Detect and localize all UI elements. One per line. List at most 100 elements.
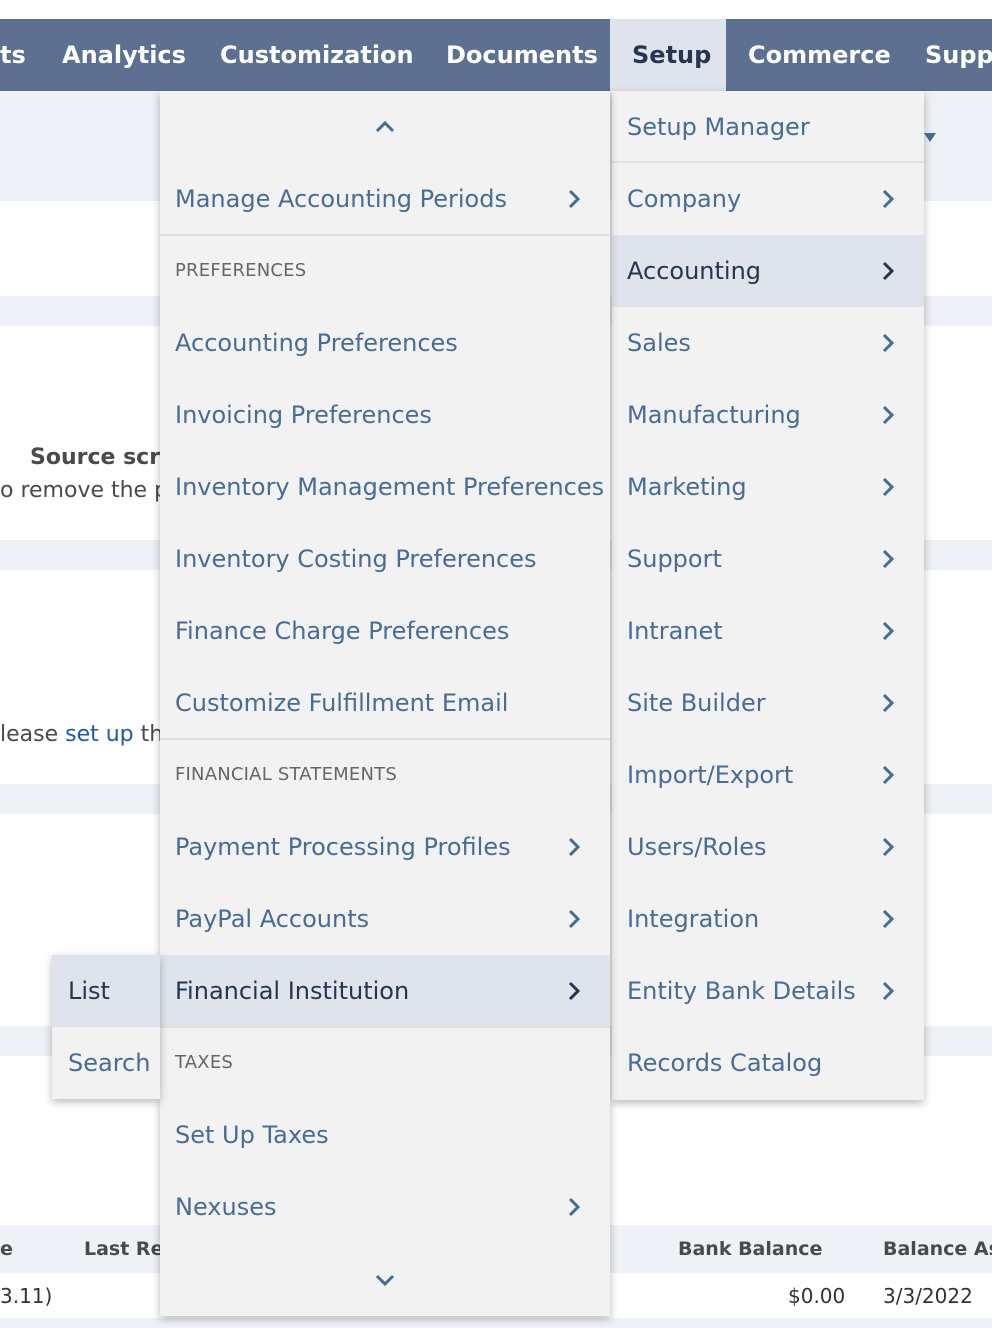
chevron-right-icon (560, 905, 588, 933)
menu-item-label: Import/Export (627, 761, 794, 789)
setup-menu-item-company[interactable]: Company (612, 163, 924, 235)
chevron-right-icon (874, 545, 902, 573)
accounting-menu-item-inventory-costing-preferences[interactable]: Inventory Costing Preferences (160, 523, 610, 595)
chevron-right-icon (874, 617, 902, 645)
setup-menu-item-site-builder[interactable]: Site Builder (612, 667, 924, 739)
chevron-right-icon (874, 689, 902, 717)
accounting-menu-item-nexuses[interactable]: Nexuses (160, 1171, 610, 1243)
menu-item-label: Accounting Preferences (175, 329, 458, 357)
accounting-menu-item-financial-institution[interactable]: Financial Institution (160, 955, 610, 1027)
chevron-right-icon (874, 977, 902, 1005)
table-cell-bank-balance: $0.00 (788, 1284, 846, 1308)
chevron-right-icon (874, 257, 902, 285)
table-header-cell[interactable]: e (0, 1238, 13, 1260)
accounting-menu-item-accounting-preferences[interactable]: Accounting Preferences (160, 307, 610, 379)
menu-item-label: Marketing (627, 473, 747, 501)
scroll-up-button[interactable] (160, 91, 610, 163)
menu-item-label: Manage Accounting Periods (175, 185, 507, 213)
menu-item-label: Nexuses (175, 1193, 277, 1221)
menu-item-label: Accounting (627, 257, 762, 285)
chevron-right-icon (874, 761, 902, 789)
menu-item-label: Setup Manager (627, 113, 810, 141)
table-header-bank-balance[interactable]: Bank Balance (678, 1238, 822, 1260)
top-strip (0, 0, 992, 19)
accounting-menu-item-finance-charge-preferences[interactable]: Finance Charge Preferences (160, 595, 610, 667)
section-header-preferences: PREFERENCES (175, 260, 307, 281)
setup-menu: Setup Manager Company Accounting Sales Manuf… (612, 91, 924, 1100)
accounting-menu-item-inventory-management-preferences[interactable]: Inventory Management Preferences (160, 451, 610, 523)
menu-item-label: PayPal Accounts (175, 905, 370, 933)
setup-menu-item-integration[interactable]: Integration (612, 883, 924, 955)
setup-menu-item-sales[interactable]: Sales (612, 307, 924, 379)
menu-item-label: Payment Processing Profiles (175, 833, 511, 861)
menu-item-label: Set Up Taxes (175, 1121, 329, 1149)
nav-item-documents[interactable]: Documents (424, 19, 610, 91)
chevron-right-icon (874, 905, 902, 933)
chevron-right-icon (874, 185, 902, 213)
chevron-right-icon (560, 977, 588, 1005)
chevron-right-icon (874, 473, 902, 501)
menu-item-label: Sales (627, 329, 691, 357)
nav-item-customization[interactable]: Customization (198, 19, 424, 91)
chevron-right-icon (560, 833, 588, 861)
table-cell: 3.11) (0, 1284, 53, 1308)
setup-menu-item-import-export[interactable]: Import/Export (612, 739, 924, 811)
menu-item-label: Integration (627, 905, 760, 933)
menu-item-label: Finance Charge Preferences (175, 617, 510, 645)
menu-item-label: Site Builder (627, 689, 766, 717)
remove-instruction-text: o remove the p (0, 478, 169, 503)
setup-link[interactable]: set up (65, 722, 134, 747)
accounting-submenu: Manage Accounting Periods PREFERENCES Acco… (160, 91, 610, 1316)
menu-item-label: Support (627, 545, 722, 573)
fi-submenu-item-list[interactable]: List (52, 955, 160, 1027)
chevron-right-icon (560, 185, 588, 213)
setup-menu-item-users-roles[interactable]: Users/Roles (612, 811, 924, 883)
section-header-financial-statements: FINANCIAL STATEMENTS (175, 764, 397, 785)
top-nav: ts Analytics Customization Documents Set… (0, 19, 992, 91)
financial-institution-submenu: List Search (52, 955, 160, 1099)
menu-item-label: Company (627, 185, 742, 213)
setup-menu-item-records-catalog[interactable]: Records Catalog (612, 1027, 924, 1099)
menu-item-label: Inventory Management Preferences (175, 473, 605, 501)
accounting-menu-item-payment-processing-profiles[interactable]: Payment Processing Profiles (160, 811, 610, 883)
nav-item-support-truncated[interactable]: Supp (904, 19, 992, 91)
setup-menu-item-accounting[interactable]: Accounting (612, 235, 924, 307)
setup-menu-item-marketing[interactable]: Marketing (612, 451, 924, 523)
menu-item-label: Inventory Costing Preferences (175, 545, 537, 573)
caret-down-icon (924, 133, 936, 142)
chevron-right-icon (874, 401, 902, 429)
menu-item-label: Manufacturing (627, 401, 801, 429)
nav-item-commerce[interactable]: Commerce (726, 19, 904, 91)
menu-item-label: Entity Bank Details (627, 977, 856, 1005)
chevron-right-icon (874, 329, 902, 357)
table-bottom-rule (0, 1318, 992, 1328)
accounting-menu-item-invoicing-preferences[interactable]: Invoicing Preferences (160, 379, 610, 451)
setup-menu-item-setup-manager[interactable]: Setup Manager (612, 91, 924, 163)
setup-instruction-prefix: lease (0, 722, 66, 747)
accounting-menu-item-manage-accounting-periods[interactable]: Manage Accounting Periods (160, 163, 610, 235)
chevron-right-icon (874, 833, 902, 861)
accounting-menu-item-set-up-taxes[interactable]: Set Up Taxes (160, 1099, 610, 1171)
menu-item-label: Users/Roles (627, 833, 767, 861)
table-cell-balance-date: 3/3/2022 (883, 1284, 973, 1308)
menu-item-label: Intranet (627, 617, 723, 645)
accounting-menu-item-paypal-accounts[interactable]: PayPal Accounts (160, 883, 610, 955)
table-header-balance-as-of[interactable]: Balance As (883, 1238, 992, 1260)
nav-item-setup[interactable]: Setup (610, 19, 726, 91)
accounting-menu-item-customize-fulfillment-email[interactable]: Customize Fulfillment Email (160, 667, 610, 739)
menu-item-label: Records Catalog (627, 1049, 823, 1077)
source-script-label: Source scri (30, 445, 168, 470)
menu-item-label: Invoicing Preferences (175, 401, 432, 429)
setup-instruction-text: lease set up thi (0, 722, 169, 747)
nav-item-truncated[interactable]: ts (0, 19, 40, 91)
fi-submenu-item-search[interactable]: Search (52, 1027, 160, 1099)
chevron-up-icon (371, 113, 399, 141)
setup-menu-item-support[interactable]: Support (612, 523, 924, 595)
setup-menu-item-entity-bank-details[interactable]: Entity Bank Details (612, 955, 924, 1027)
nav-item-analytics[interactable]: Analytics (40, 19, 198, 91)
setup-menu-item-intranet[interactable]: Intranet (612, 595, 924, 667)
menu-item-label: Financial Institution (175, 977, 410, 1005)
chevron-down-icon (371, 1266, 399, 1294)
setup-menu-item-manufacturing[interactable]: Manufacturing (612, 379, 924, 451)
scroll-down-button[interactable] (160, 1244, 610, 1316)
